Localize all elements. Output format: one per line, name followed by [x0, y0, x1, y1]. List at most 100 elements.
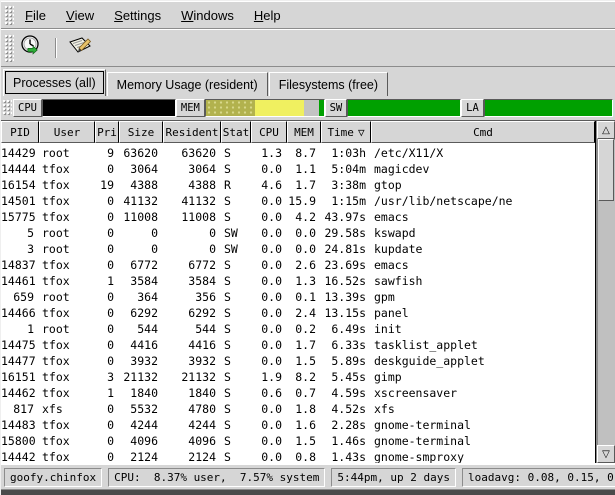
process-row[interactable]: 14444tfox030643064S0.01.15:04mmagicdev — [1, 161, 595, 177]
mem-bar-segment — [206, 100, 255, 116]
process-row[interactable]: 817xfs055324780S0.01.84.52sxfs — [1, 401, 595, 417]
mem-usage-bar — [205, 99, 325, 117]
mem-bar-segment — [304, 100, 319, 116]
cell-cmd: gnome-terminal — [371, 417, 595, 433]
cell-pri: 0 — [95, 337, 119, 353]
process-row[interactable]: 14501tfox04113241132S0.015.91:15m/usr/li… — [1, 193, 595, 209]
cell-user: tfox — [39, 161, 95, 177]
process-row[interactable]: 14477tfox039323932S0.01.55.89sdeskguide_… — [1, 353, 595, 369]
toolbar-separator — [55, 38, 57, 58]
cell-pid: 16154 — [1, 177, 39, 193]
cell-user: root — [39, 225, 95, 241]
process-row[interactable]: 14461tfox135843584S0.01.316.52ssawfish — [1, 273, 595, 289]
sw-graph-label[interactable]: SW — [325, 99, 348, 117]
tab-processes-all[interactable]: Processes (all) — [3, 69, 106, 96]
summary-grip-handle[interactable] — [2, 99, 12, 116]
cell-stat: S — [221, 433, 251, 449]
cell-pid: 14501 — [1, 193, 39, 209]
process-row[interactable]: 14429root96362063620S1.38.71:03h/etc/X11… — [1, 145, 595, 161]
menu-help[interactable]: Help — [244, 3, 291, 27]
cell-cpu: 0.0 — [251, 257, 287, 273]
process-row[interactable]: 3root000SW0.00.024.81skupdate — [1, 241, 595, 257]
toolbar-grip-handle[interactable] — [4, 34, 14, 62]
cell-time: 1:03h — [321, 145, 371, 161]
cell-time: 2.28s — [321, 417, 371, 433]
cell-resident: 0 — [163, 241, 221, 257]
process-row[interactable]: 14462tfox118401840S0.60.74.59sxscreensav… — [1, 385, 595, 401]
cpu-graph-label[interactable]: CPU — [13, 99, 42, 117]
column-header-pid[interactable]: PID — [1, 121, 39, 143]
process-row[interactable]: 5root000SW0.00.029.58skswapd — [1, 225, 595, 241]
cell-user: tfox — [39, 385, 95, 401]
cell-time: 5:04m — [321, 161, 371, 177]
cell-mem: 1.7 — [287, 177, 321, 193]
column-header-cmd[interactable]: Cmd — [371, 121, 595, 143]
scroll-down-icon: ▽ — [602, 449, 610, 460]
cell-cpu: 0.0 — [251, 209, 287, 225]
menubar: FileViewSettingsWindowsHelp — [1, 1, 615, 29]
cpu-bar-segment — [43, 100, 175, 116]
cell-size: 0 — [119, 225, 163, 241]
process-row[interactable]: 15800tfox040964096S0.01.51.46sgnome-term… — [1, 433, 595, 449]
menubar-grip-handle[interactable] — [4, 5, 14, 25]
cell-cmd: deskguide_applet — [371, 353, 595, 369]
process-row[interactable]: 1root0544544S0.00.26.49sinit — [1, 321, 595, 337]
process-row[interactable]: 14483tfox042444244S0.01.62.28sgnome-term… — [1, 417, 595, 433]
cell-cmd: emacs — [371, 257, 595, 273]
process-row[interactable]: 659root0364356S0.00.113.39sgpm — [1, 289, 595, 305]
process-row[interactable]: 16154tfox1943884388R4.61.73:38mgtop — [1, 177, 595, 193]
cell-cpu: 0.0 — [251, 417, 287, 433]
cell-mem: 0.1 — [287, 289, 321, 305]
column-header-mem[interactable]: MEM — [287, 121, 321, 143]
tab-memory-usage-resident[interactable]: Memory Usage (resident) — [107, 72, 268, 96]
tab-filesystems-free[interactable]: Filesystems (free) — [269, 72, 388, 96]
cell-time: 13.39s — [321, 289, 371, 305]
process-row[interactable]: 14466tfox062926292S0.02.413.15spanel — [1, 305, 595, 321]
cpu-usage-bar — [42, 99, 176, 117]
menu-file[interactable]: File — [15, 3, 56, 27]
cell-stat: S — [221, 353, 251, 369]
process-row[interactable]: 16151tfox32113221132S1.98.25.45sgimp — [1, 369, 595, 385]
la-graph-label[interactable]: LA — [461, 99, 484, 117]
mem-graph-label[interactable]: MEM — [176, 99, 205, 117]
statusbar: goofy.chinfoxCPU: 8.37% user, 7.57% syst… — [1, 464, 615, 489]
column-header-stat[interactable]: Stat — [221, 121, 251, 143]
process-row[interactable]: 14837tfox067726772S0.02.623.69semacs — [1, 257, 595, 273]
cell-stat: S — [221, 257, 251, 273]
process-table-block: PIDUserPriSizeResidentStatCPUMEMTime▽Cmd… — [1, 120, 615, 464]
mem-bar-segment — [255, 100, 303, 116]
scrollbar-thumb[interactable] — [598, 139, 614, 201]
process-row[interactable]: 15775tfox01100811008S0.04.243.97semacs — [1, 209, 595, 225]
scroll-down-button[interactable]: ▽ — [597, 445, 615, 463]
cell-pri: 0 — [95, 193, 119, 209]
menu-windows[interactable]: Windows — [171, 3, 244, 27]
process-row[interactable]: 14475tfox044164416S0.01.76.33stasklist_a… — [1, 337, 595, 353]
cell-user: tfox — [39, 305, 95, 321]
scroll-up-button[interactable]: △ — [597, 121, 615, 139]
cell-pid: 15775 — [1, 209, 39, 225]
column-header-size[interactable]: Size — [119, 121, 163, 143]
menu-view[interactable]: View — [56, 3, 104, 27]
column-header-pri[interactable]: Pri — [95, 121, 119, 143]
cell-cmd: emacs — [371, 209, 595, 225]
column-header-user[interactable]: User — [39, 121, 95, 143]
cell-pri: 0 — [95, 353, 119, 369]
notepad-edit-button[interactable] — [63, 33, 97, 63]
cell-mem: 0.0 — [287, 241, 321, 257]
cell-cmd: gnome-smproxy — [371, 449, 595, 463]
column-header-cpu[interactable]: CPU — [251, 121, 287, 143]
cell-size: 3932 — [119, 353, 163, 369]
cell-size: 0 — [119, 241, 163, 257]
column-header-time[interactable]: Time▽ — [321, 121, 371, 143]
column-header-resident[interactable]: Resident — [163, 121, 221, 143]
menu-settings[interactable]: Settings — [104, 3, 171, 27]
scrollbar-track[interactable] — [597, 139, 615, 445]
cell-pid: 14466 — [1, 305, 39, 321]
timer-clock-button[interactable] — [15, 33, 49, 63]
process-row[interactable]: 14442tfox021242124S0.00.81.43sgnome-smpr… — [1, 449, 595, 463]
vertical-scrollbar[interactable]: △ ▽ — [596, 121, 615, 463]
cell-size: 364 — [119, 289, 163, 305]
cell-cpu: 4.6 — [251, 177, 287, 193]
cell-cmd: xscreensaver — [371, 385, 595, 401]
cell-size: 5532 — [119, 401, 163, 417]
